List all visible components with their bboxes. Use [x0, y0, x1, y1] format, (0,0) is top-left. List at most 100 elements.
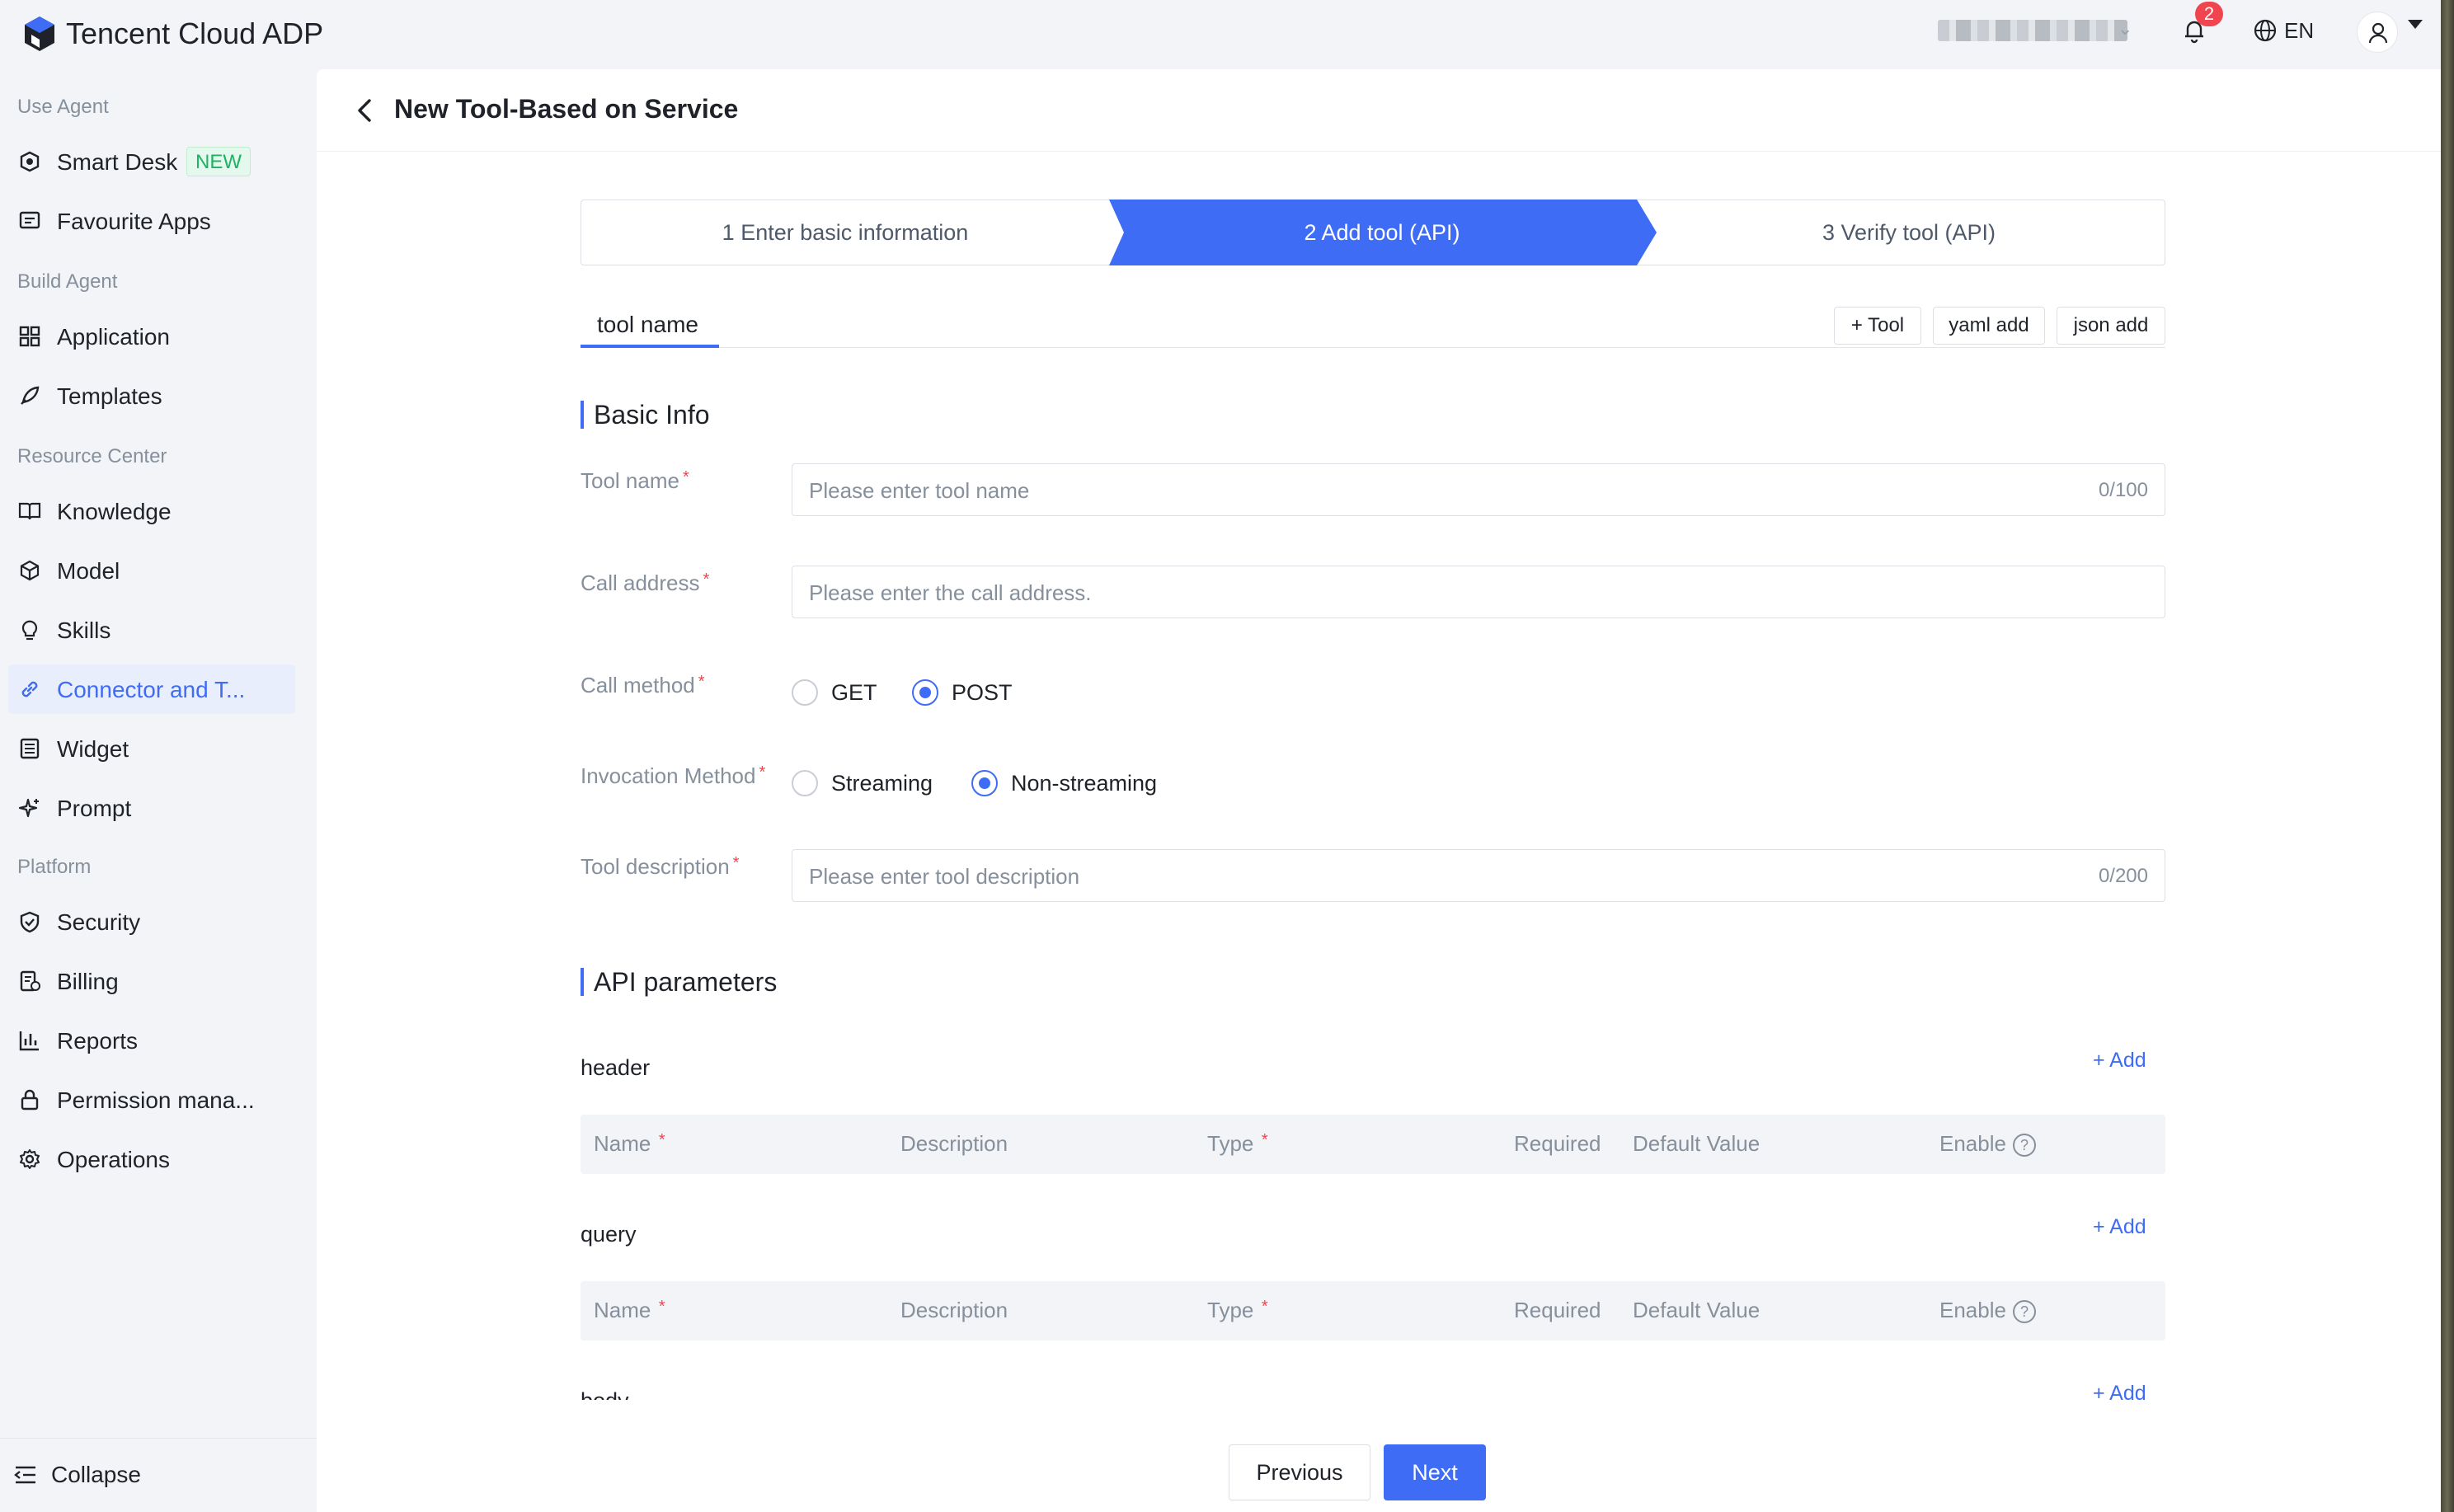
caret-down-icon[interactable]	[2408, 20, 2423, 29]
collapse-button[interactable]: Collapse	[0, 1438, 317, 1512]
column-enable: Enable?	[1939, 1298, 2036, 1324]
book-icon	[18, 502, 41, 520]
column-name: Name *	[594, 1131, 665, 1156]
tool-description-label: Tool description *	[581, 854, 740, 879]
cube-icon	[20, 560, 40, 581]
help-icon[interactable]: ?	[2012, 1134, 2036, 1157]
sidebar-item-favourite-apps[interactable]: Favourite Apps	[8, 196, 295, 246]
collapse-icon	[14, 1466, 35, 1484]
bulb-icon	[21, 620, 38, 641]
radio-label: Non-streaming	[1011, 771, 1158, 796]
sidebar-item-label: Model	[57, 558, 120, 584]
sidebar-item-billing[interactable]: Billing	[8, 956, 295, 1006]
window-edge	[2441, 0, 2454, 1512]
rocket-icon	[21, 386, 40, 405]
column-type: Type *	[1207, 1131, 1268, 1156]
next-button[interactable]: Next	[1384, 1444, 1486, 1500]
sidebar-item-label: Application	[57, 324, 170, 350]
sidebar-item-label: Knowledge	[57, 499, 172, 524]
bill-icon	[20, 970, 40, 992]
tool-description-placeholder: Please enter tool description	[809, 864, 1080, 889]
grid-icon	[19, 326, 40, 347]
sidebar-section-build-agent: Build Agent	[17, 270, 118, 293]
page-header: New Tool-Based on Service	[317, 69, 2441, 152]
sidebar-item-skills[interactable]: Skills	[8, 605, 295, 655]
link-icon	[21, 681, 38, 697]
column-required: Required	[1514, 1298, 1601, 1322]
sidebar-item-label: Widget	[57, 736, 129, 762]
tab-tool-name[interactable]: tool name	[581, 300, 719, 348]
sidebar-item-model[interactable]: Model	[8, 546, 295, 595]
sidebar-item-label: Templates	[57, 383, 162, 409]
tool-name-label: Tool name *	[581, 468, 689, 493]
sidebar-item-prompt[interactable]: Prompt	[8, 783, 295, 833]
tool-description-input[interactable]: Please enter tool description 0/200	[792, 849, 2165, 902]
column-description: Description	[900, 1298, 1008, 1322]
sidebar-section-resource-center: Resource Center	[17, 445, 167, 467]
user-avatar[interactable]	[2357, 12, 2398, 53]
gear-icon	[20, 1149, 40, 1169]
radio-dot[interactable]	[971, 770, 998, 796]
chevron-down-icon[interactable]: ⌄	[2118, 18, 2132, 40]
sidebar: Use Agent Smart Desk NEW Favourite Apps …	[0, 69, 317, 1512]
radio-label: POST	[952, 680, 1013, 705]
sidebar-item-security[interactable]: Security	[8, 897, 295, 946]
tool-description-counter: 0/200	[2098, 865, 2148, 887]
radio-label: GET	[831, 680, 877, 705]
call-address-placeholder: Please enter the call address.	[809, 580, 1092, 605]
page-title: New Tool-Based on Service	[394, 94, 739, 124]
column-enable: Enable?	[1939, 1131, 2036, 1157]
sidebar-item-connector[interactable]: Connector and T...	[8, 664, 295, 714]
sidebar-item-widget[interactable]: Widget	[8, 724, 295, 773]
invocation-method-label: Invocation Method *	[581, 763, 766, 788]
notification-badge: 2	[2195, 2, 2223, 26]
step-1: 1 Enter basic information	[722, 220, 969, 245]
radio-dot[interactable]	[792, 770, 818, 796]
tool-tabs: tool name + Tool yaml add json add	[581, 300, 2165, 348]
column-default-value: Default Value	[1633, 1131, 1761, 1156]
param-group-query: query	[581, 1222, 637, 1247]
step-3: 3 Verify tool (API)	[1822, 220, 1996, 245]
previous-button[interactable]: Previous	[1229, 1444, 1370, 1500]
help-icon[interactable]: ?	[2012, 1300, 2036, 1324]
account-selector[interactable]	[1938, 20, 2127, 41]
param-table-header: Name * Description Type * Required Defau…	[581, 1115, 2165, 1174]
sidebar-item-label: Security	[57, 909, 141, 935]
api-parameters-heading: API parameters	[581, 968, 777, 996]
sparkle-icon	[18, 798, 39, 818]
sidebar-item-operations[interactable]: Operations	[8, 1134, 295, 1184]
sidebar-item-smart-desk[interactable]: Smart Desk NEW	[8, 137, 295, 186]
globe-icon[interactable]	[2253, 18, 2278, 43]
column-type: Type *	[1207, 1298, 1268, 1322]
back-arrow-icon[interactable]	[355, 97, 376, 124]
brand-name: Tencent Cloud ADP	[66, 16, 324, 50]
add-query-param-link[interactable]: + Add	[2093, 1215, 2146, 1239]
top-bar: Tencent Cloud ADP ⌄ 2 EN	[0, 0, 2441, 69]
sidebar-item-label: Permission mana...	[57, 1087, 255, 1113]
sidebar-item-application[interactable]: Application	[8, 312, 295, 361]
tool-name-input[interactable]: Please enter tool name 0/100	[792, 463, 2165, 516]
sidebar-item-permission[interactable]: Permission mana...	[8, 1075, 295, 1125]
json-add-button[interactable]: json add	[2057, 307, 2165, 345]
radio-dot[interactable]	[792, 679, 818, 706]
tencent-cloud-logo[interactable]	[21, 15, 58, 53]
sidebar-item-templates[interactable]: Templates	[8, 371, 295, 420]
sidebar-item-label: Prompt	[57, 796, 132, 821]
tool-name-counter: 0/100	[2098, 479, 2148, 501]
sidebar-item-label: Smart Desk	[57, 149, 178, 175]
language-selector[interactable]: EN	[2284, 18, 2314, 44]
radio-dot[interactable]	[912, 679, 938, 706]
sidebar-item-reports[interactable]: Reports	[8, 1016, 295, 1065]
stepper: 1 Enter basic information 2 Add tool (AP…	[581, 200, 2165, 265]
sidebar-section-use-agent: Use Agent	[17, 96, 109, 118]
add-header-param-link[interactable]: + Add	[2093, 1049, 2146, 1073]
sidebar-item-label: Billing	[57, 969, 119, 994]
yaml-add-button[interactable]: yaml add	[1933, 307, 2045, 345]
collapse-label: Collapse	[51, 1462, 141, 1487]
call-address-input[interactable]: Please enter the call address.	[792, 566, 2165, 618]
add-tool-button[interactable]: + Tool	[1834, 307, 1921, 345]
bar-chart-icon	[19, 1031, 39, 1051]
shield-icon	[20, 911, 40, 933]
sidebar-item-knowledge[interactable]: Knowledge	[8, 486, 295, 536]
column-default-value: Default Value	[1633, 1298, 1761, 1322]
